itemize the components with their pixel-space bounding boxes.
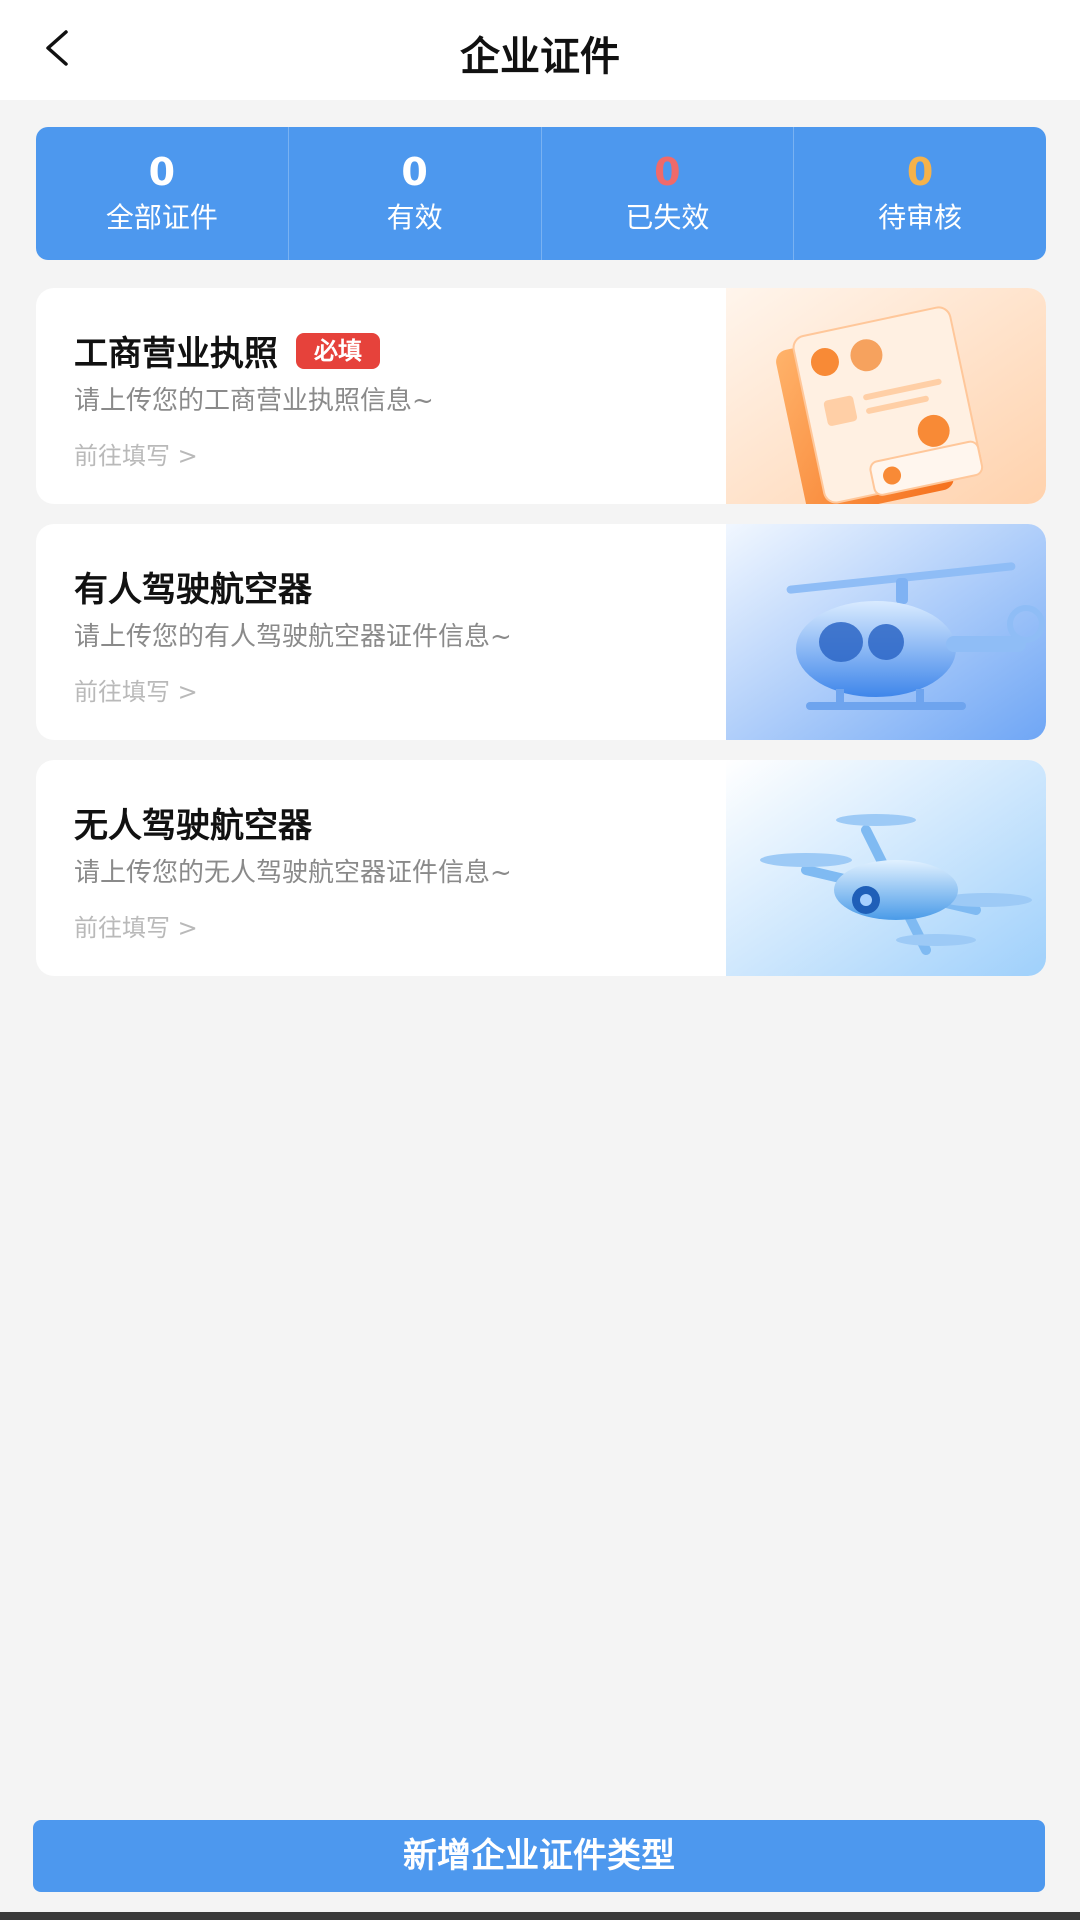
stat-valid-label: 有效 (386, 200, 443, 234)
required-badge: 必填 (296, 332, 380, 369)
card-business-license[interactable]: 工商营业执照 必填 请上传您的工商营业执照信息~ 前往填写 > (36, 288, 1046, 504)
card-title-row: 工商营业执照 必填 (74, 326, 380, 375)
stat-all-count: 0 (148, 149, 176, 194)
stat-valid-count: 0 (401, 149, 428, 194)
header: 企业证件 (0, 0, 1080, 100)
stat-pending-count: 0 (906, 149, 934, 194)
go-fill-link[interactable]: 前往填写 > (74, 436, 198, 471)
stat-all-label: 全部证件 (105, 200, 218, 234)
stat-pending[interactable]: 0 待审核 (794, 127, 1046, 260)
card-title-row: 无人驾驶航空器 (74, 798, 312, 847)
add-certificate-type-button[interactable]: 新增企业证件类型 (33, 1820, 1045, 1892)
stat-expired-count: 0 (654, 149, 681, 194)
page-title: 企业证件 (460, 34, 620, 80)
card-title-row: 有人驾驶航空器 (74, 562, 312, 611)
license-illustration-icon (726, 288, 1046, 504)
card-description: 请上传您的工商营业执照信息~ (74, 386, 434, 416)
certificate-stats-bar: 0 全部证件 0 有效 0 已失效 0 待审核 (36, 127, 1046, 260)
helicopter-illustration-icon (726, 524, 1046, 740)
go-fill-link[interactable]: 前往填写 > (74, 672, 198, 707)
drone-illustration-icon (726, 760, 1046, 976)
card-manned-aircraft[interactable]: 有人驾驶航空器 请上传您的有人驾驶航空器证件信息~ 前往填写 > (36, 524, 1046, 740)
card-title: 无人驾驶航空器 (74, 806, 312, 846)
card-title: 有人驾驶航空器 (74, 570, 312, 610)
page: 企业证件 0 全部证件 0 有效 0 已失效 0 待审核 工商营业执照 必填 请… (0, 0, 1080, 1920)
card-title: 工商营业执照 (74, 334, 278, 374)
card-description: 请上传您的有人驾驶航空器证件信息~ (74, 622, 512, 652)
system-nav-bar (0, 1912, 1080, 1920)
stat-pending-label: 待审核 (878, 200, 963, 234)
stat-valid[interactable]: 0 有效 (289, 127, 542, 260)
stat-all[interactable]: 0 全部证件 (36, 127, 289, 260)
card-unmanned-aircraft[interactable]: 无人驾驶航空器 请上传您的无人驾驶航空器证件信息~ 前往填写 > (36, 760, 1046, 976)
stat-expired-label: 已失效 (625, 200, 710, 234)
card-description: 请上传您的无人驾驶航空器证件信息~ (74, 858, 512, 888)
stat-expired[interactable]: 0 已失效 (542, 127, 795, 260)
go-fill-link[interactable]: 前往填写 > (74, 908, 198, 943)
